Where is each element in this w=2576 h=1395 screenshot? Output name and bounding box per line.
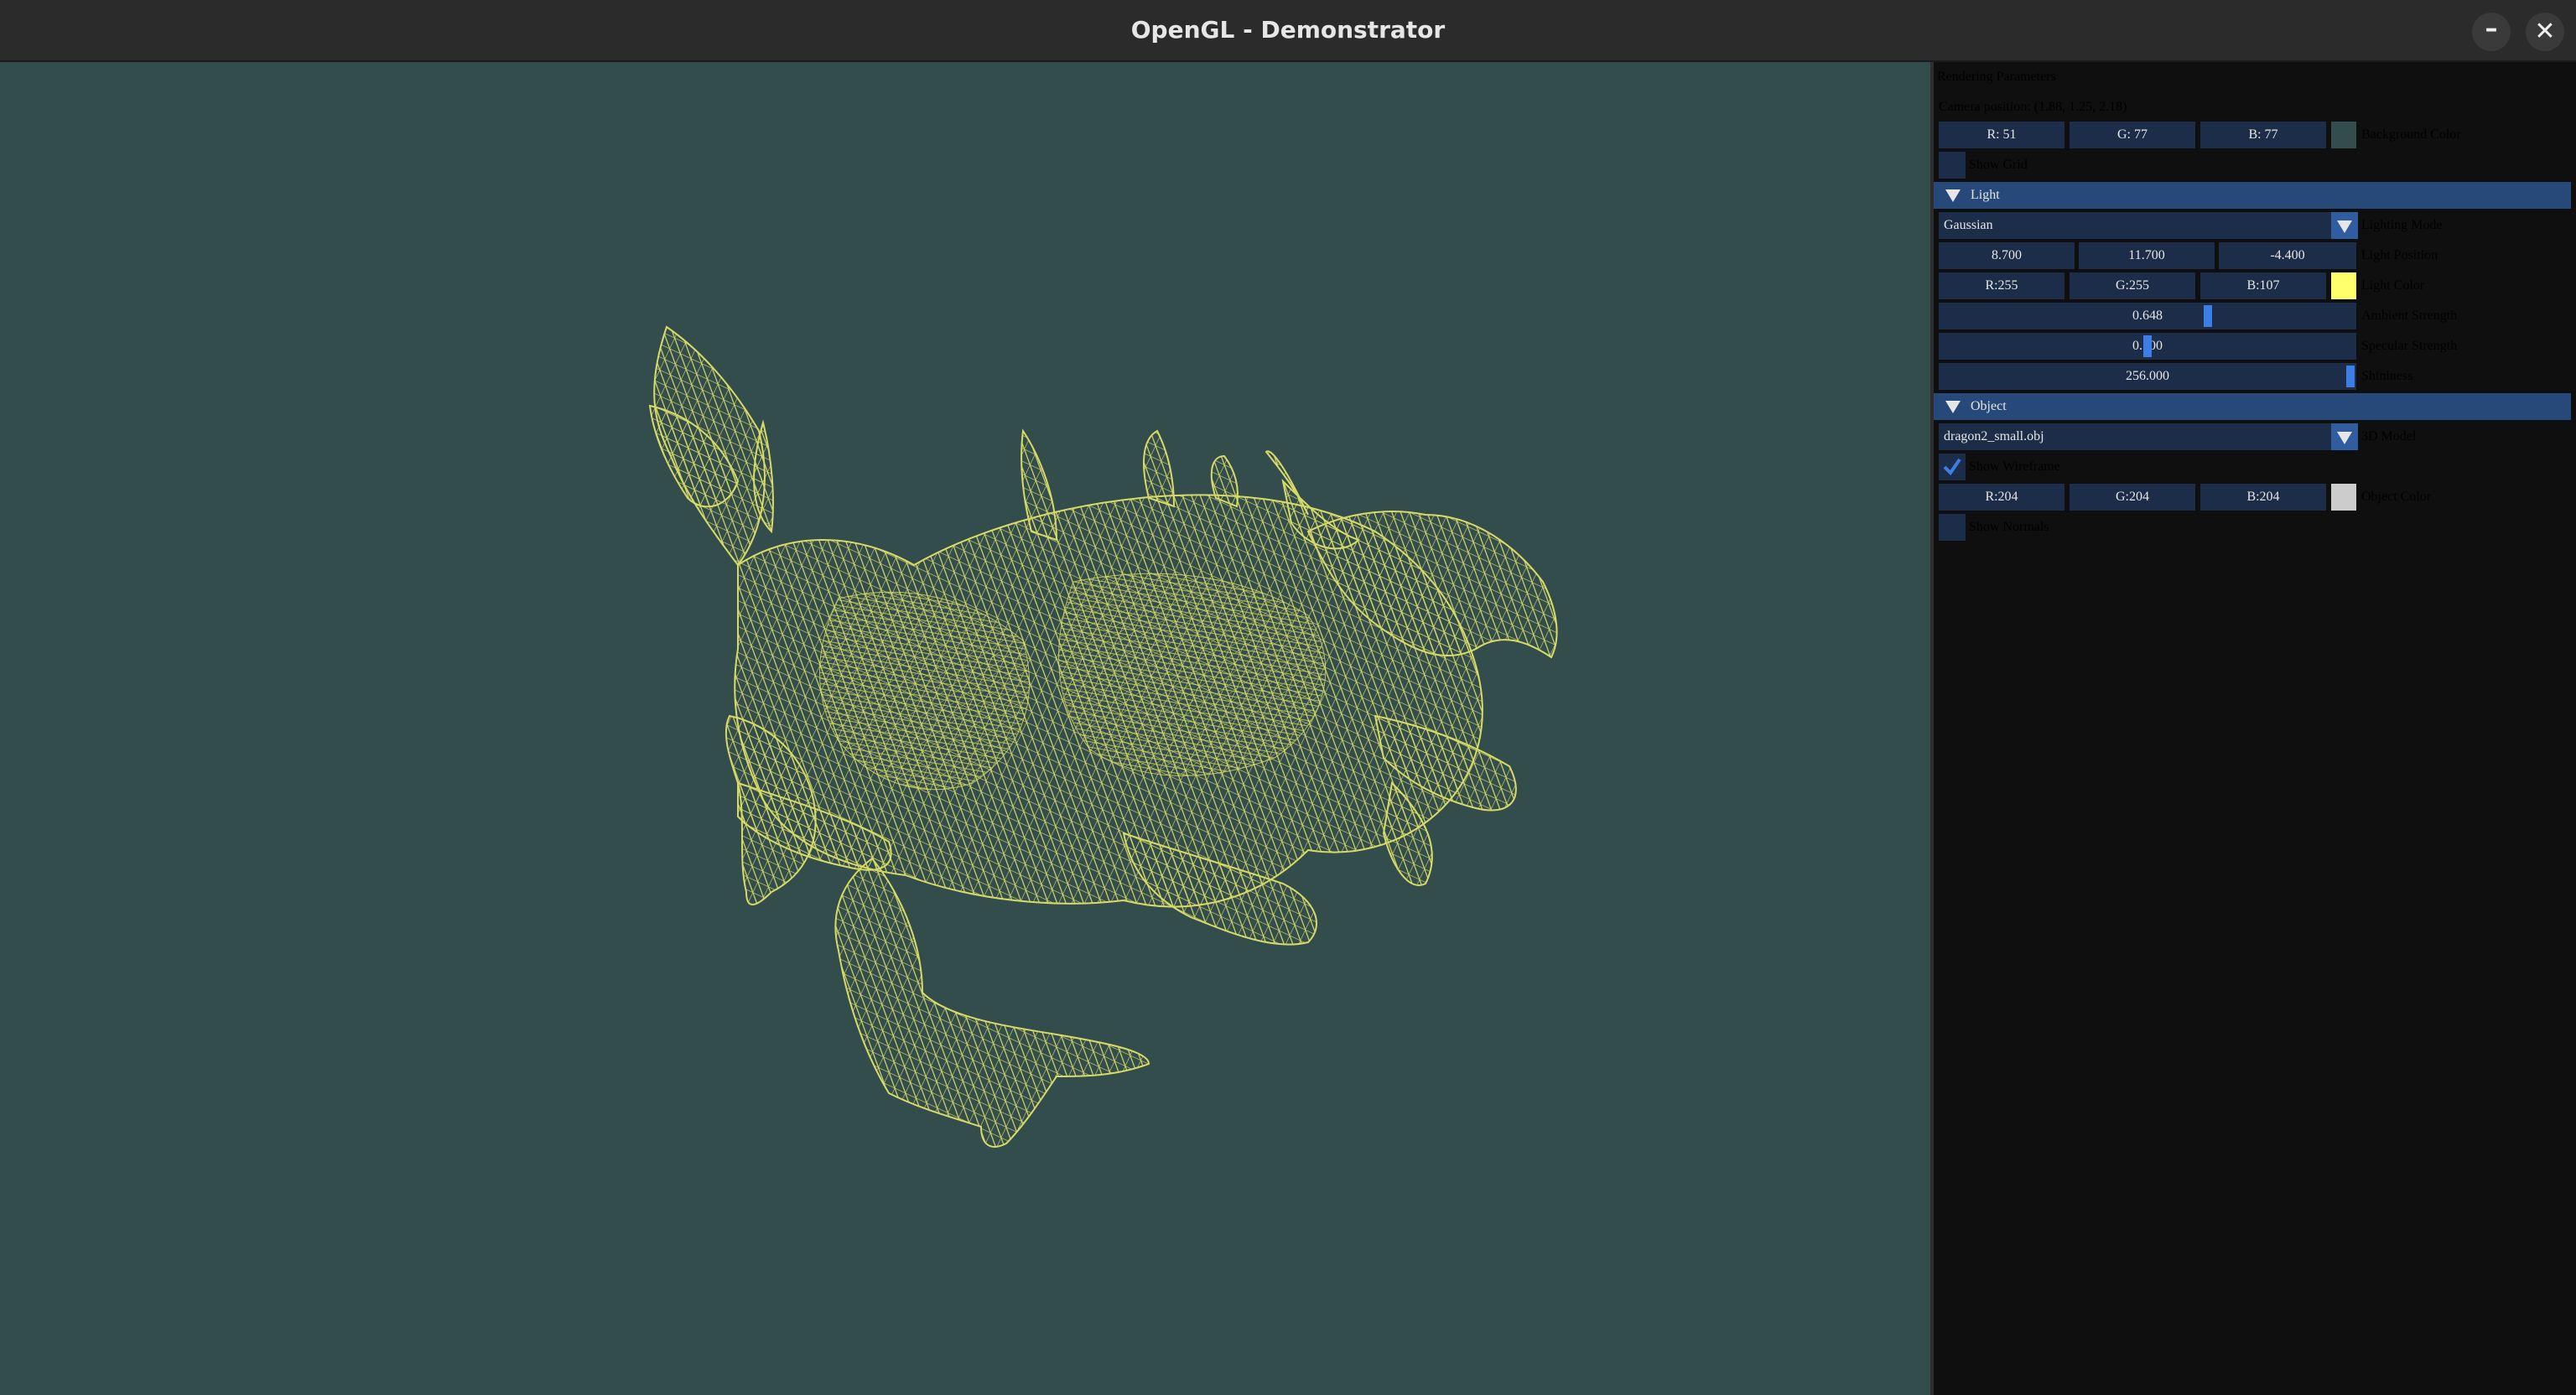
light-color-label: Light Color (2361, 278, 2425, 293)
model-label: 3D Model (2361, 429, 2417, 443)
ambient-strength-label: Ambient Strength (2361, 309, 2458, 323)
ambient-strength-slider[interactable]: 0.648 (1939, 303, 2356, 329)
show-wireframe-label: Show Wireframe (1969, 459, 2060, 474)
object-color-swatch[interactable] (2331, 484, 2356, 511)
object-section-header[interactable]: Object (1934, 393, 2571, 420)
object-color-label: Object Color (2361, 490, 2432, 504)
lighting-mode-dropdown-arrow[interactable] (2331, 212, 2358, 239)
camera-position-readout: Camera position: (1.88, 1.25, 2.18) (1939, 100, 2127, 114)
model-dropdown[interactable]: dragon2_small.obj (1939, 423, 2334, 450)
light-section-header[interactable]: Light (1934, 182, 2571, 209)
shininess-label: Shininess (2361, 369, 2413, 383)
light-color-swatch[interactable] (2331, 272, 2356, 299)
title-bar: OpenGL - Demonstrator – ✕ (0, 0, 2576, 62)
chevron-down-icon (2337, 432, 2352, 444)
light-color-r-field[interactable]: R:255 (1939, 272, 2064, 299)
object-color-b-field[interactable]: B:204 (2200, 484, 2326, 511)
light-position-x-field[interactable]: 8.700 (1939, 242, 2075, 269)
shininess-value: 256.000 (2126, 369, 2169, 383)
chevron-down-icon (2337, 220, 2352, 233)
show-wireframe-checkbox[interactable] (1939, 454, 1966, 480)
collapse-arrow-icon (1945, 401, 1961, 413)
background-b-field[interactable]: B: 77 (2200, 122, 2326, 148)
close-icon: ✕ (2534, 17, 2556, 46)
shininess-slider[interactable]: 256.000 (1939, 363, 2356, 390)
panel-heading: Rendering Parameters (1937, 70, 2056, 84)
light-position-y-field[interactable]: 11.700 (2079, 242, 2215, 269)
background-g-field[interactable]: G: 77 (2070, 122, 2195, 148)
background-r-field[interactable]: R: 51 (1939, 122, 2064, 148)
light-color-b-field[interactable]: B:107 (2200, 272, 2326, 299)
lighting-mode-label: Lighting Mode (2361, 218, 2443, 232)
slider-grab-handle[interactable] (2204, 305, 2212, 327)
render-viewport[interactable] (0, 62, 1930, 1395)
show-normals-checkbox[interactable] (1939, 514, 1966, 541)
close-button[interactable]: ✕ (2526, 13, 2564, 51)
lighting-mode-value: Gaussian (1944, 218, 1993, 232)
ambient-strength-value: 0.648 (2132, 309, 2163, 323)
lighting-mode-dropdown[interactable]: Gaussian (1939, 212, 2334, 239)
checkmark-icon (1943, 458, 1961, 476)
slider-grab-handle[interactable] (2346, 366, 2355, 387)
show-grid-label: Show Grid (1969, 158, 2028, 172)
light-position-label: Light Position (2361, 248, 2438, 262)
minimize-button[interactable]: – (2472, 13, 2511, 51)
slider-grab-handle[interactable] (2143, 335, 2152, 357)
object-color-g-field[interactable]: G:204 (2070, 484, 2195, 511)
background-color-label: Background Color (2361, 127, 2461, 142)
light-color-g-field[interactable]: G:255 (2070, 272, 2195, 299)
specular-strength-slider[interactable]: 0.500 (1939, 333, 2356, 360)
collapse-arrow-icon (1945, 189, 1961, 202)
dragon-wireframe-icon (648, 325, 1558, 1148)
show-normals-label: Show Normals (1969, 520, 2049, 534)
window-title: OpenGL - Demonstrator (1130, 16, 1446, 44)
background-color-swatch[interactable] (2331, 122, 2356, 148)
object-color-r-field[interactable]: R:204 (1939, 484, 2064, 511)
specular-strength-label: Specular Strength (2361, 339, 2458, 353)
show-grid-checkbox[interactable] (1939, 152, 1966, 179)
model-value: dragon2_small.obj (1944, 429, 2044, 443)
model-dropdown-arrow[interactable] (2331, 423, 2358, 450)
light-position-z-field[interactable]: -4.400 (2219, 242, 2356, 269)
minimize-icon: – (2485, 14, 2498, 44)
object-header-label: Object (1971, 399, 2007, 413)
light-header-label: Light (1971, 188, 2000, 202)
